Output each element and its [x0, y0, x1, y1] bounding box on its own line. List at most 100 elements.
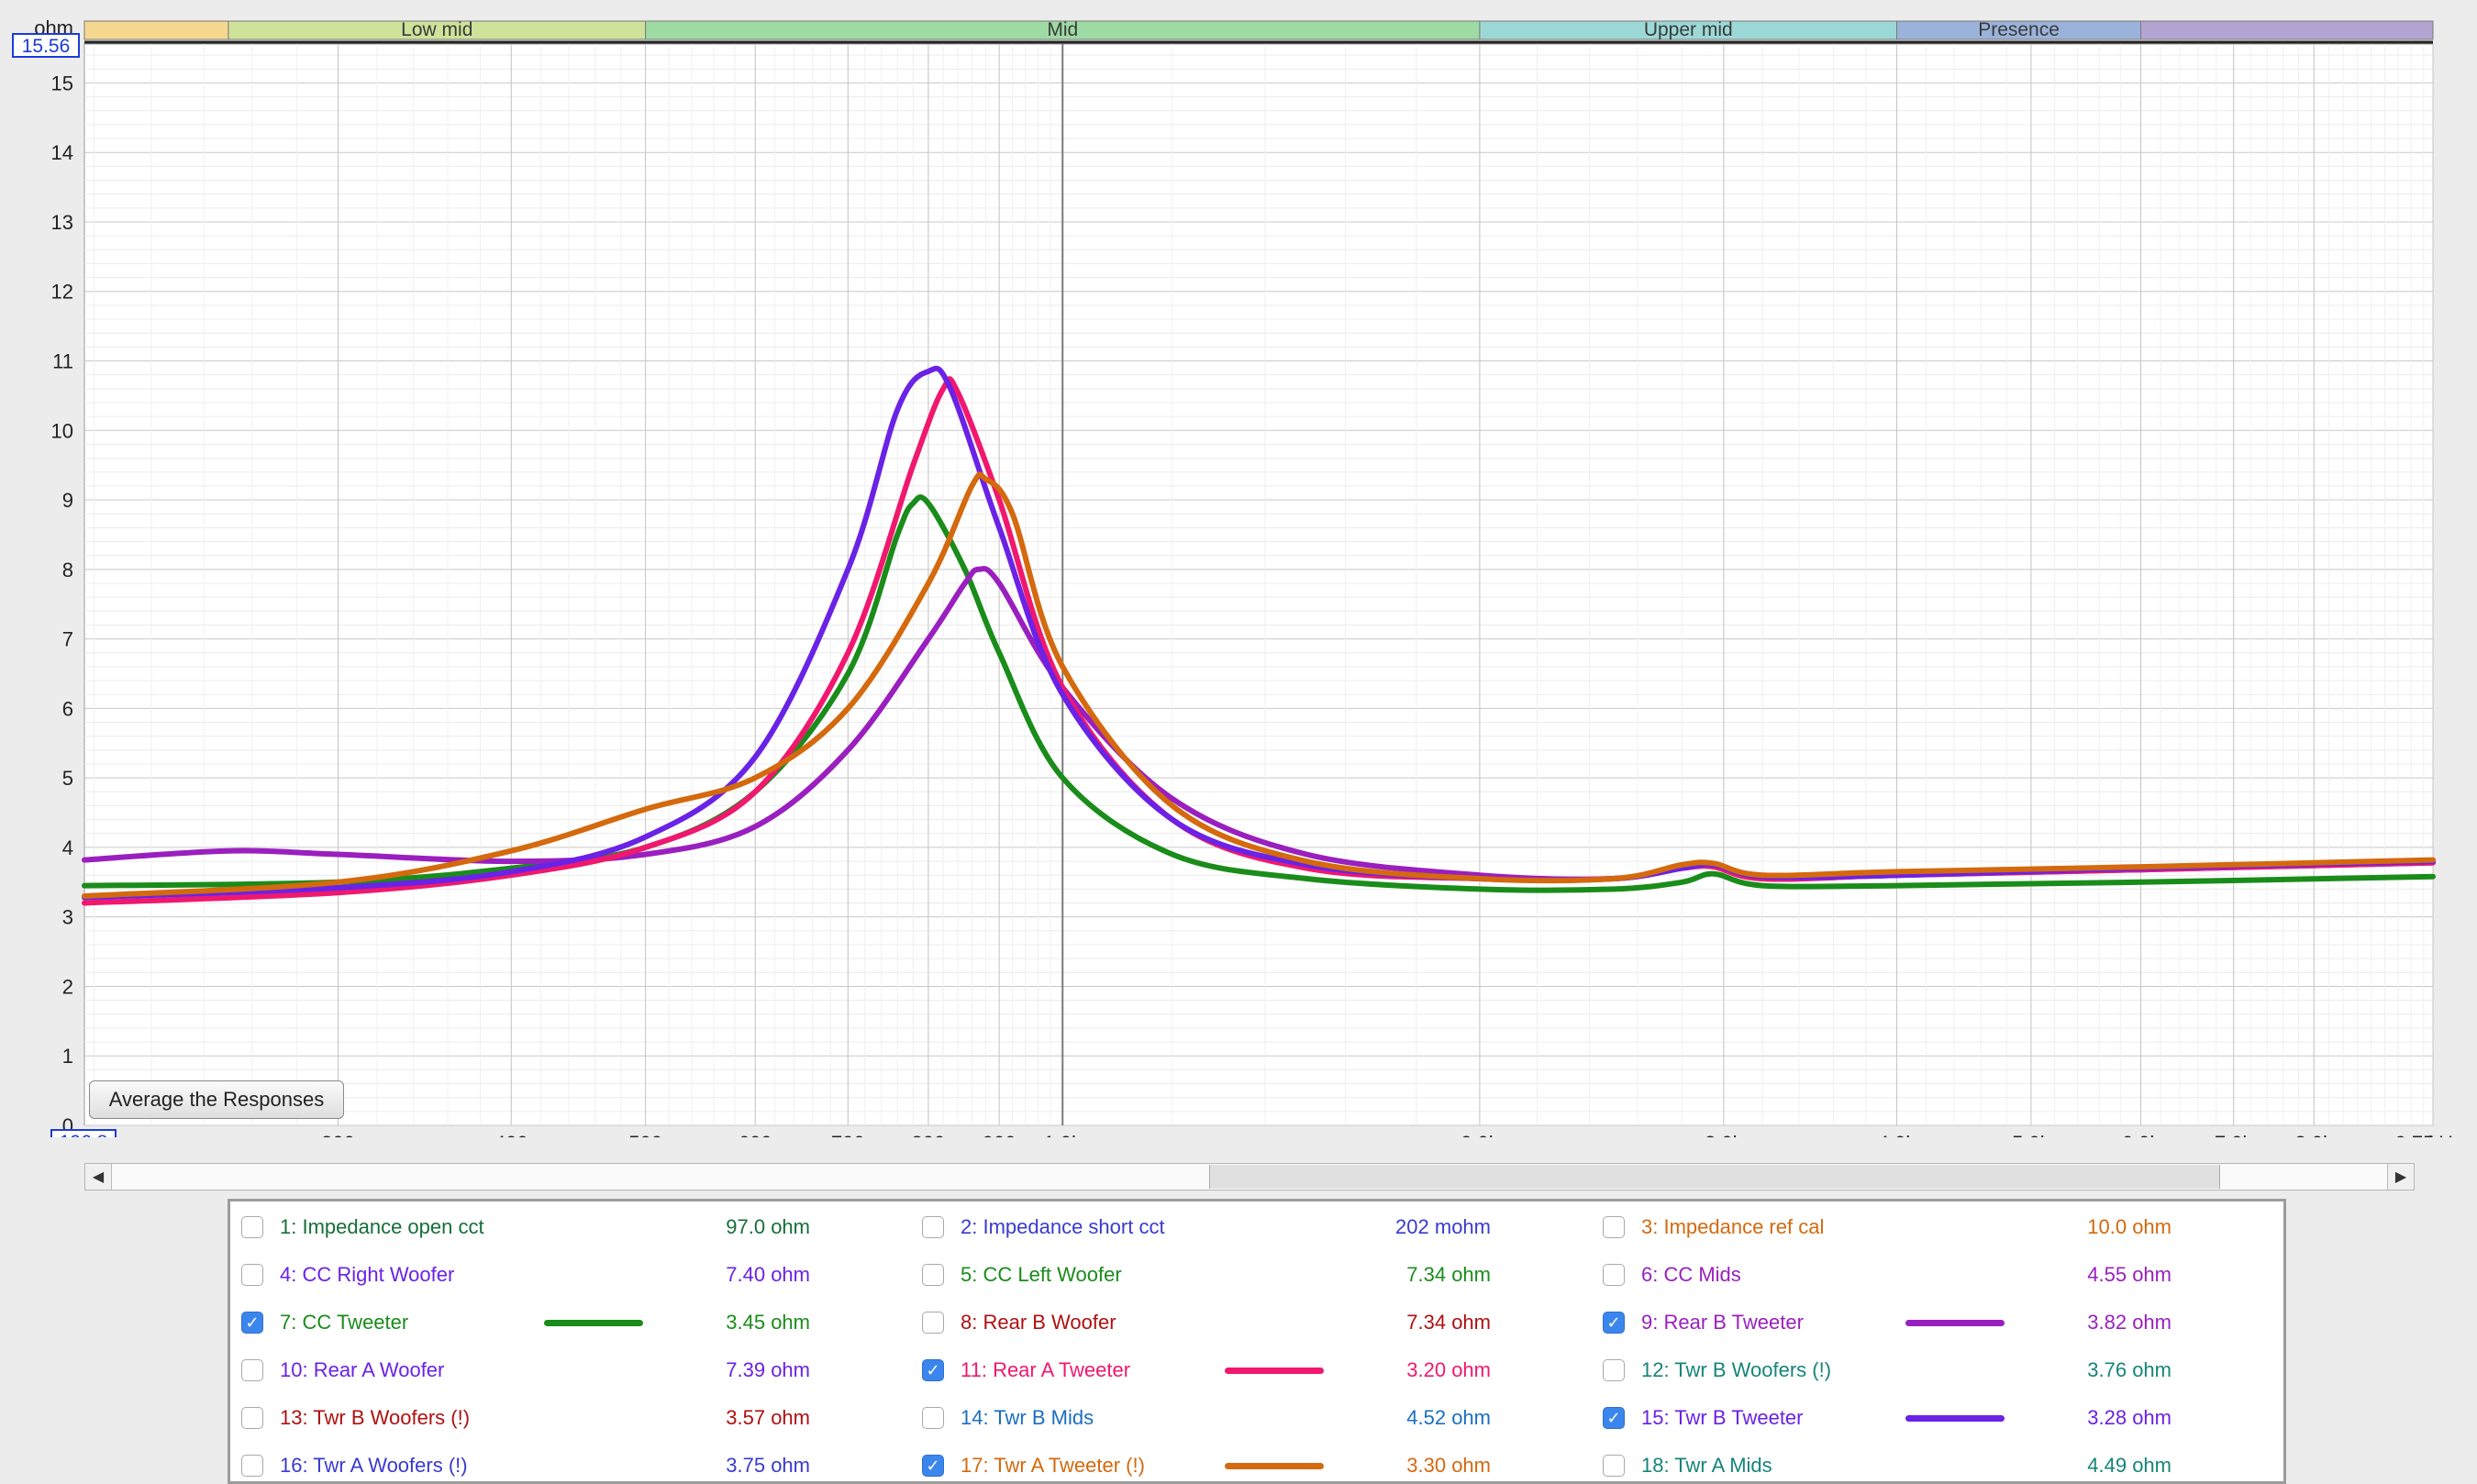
x-tick-label: 400 — [494, 1132, 528, 1137]
x-unit-label: kHz — [2428, 1132, 2463, 1137]
y-tick-label: 9 — [62, 489, 73, 512]
legend-swatch — [1225, 1368, 1324, 1374]
x-tick-label: 900 — [983, 1132, 1016, 1137]
legend-checkbox[interactable]: ✓ — [1603, 1312, 1625, 1334]
legend-item[interactable]: 3: Impedance ref cal 10.0 ohm — [1603, 1209, 2190, 1246]
legend-checkbox[interactable] — [1603, 1216, 1625, 1238]
legend-checkbox[interactable] — [922, 1312, 944, 1334]
plot-area — [83, 43, 2434, 1126]
x-tick-label: 4.0k — [1878, 1132, 1917, 1137]
scroll-left-arrow-icon[interactable]: ◀ — [85, 1164, 112, 1190]
y-tick-label: 10 — [51, 419, 73, 442]
legend-value: 3.20 ohm — [1406, 1358, 1491, 1381]
legend-label: 16: Twr A Woofers (!) — [280, 1454, 468, 1477]
x-tick-label: 800 — [912, 1132, 946, 1137]
legend-label: 4: CC Right Woofer — [280, 1263, 455, 1286]
x-tick-label: 1.0k — [1043, 1132, 1083, 1137]
frequency-band-label: Upper mid — [1644, 19, 1733, 40]
scrollbar-thumb[interactable] — [1209, 1165, 2220, 1189]
legend-swatch — [1225, 1463, 1324, 1469]
legend-label: 10: Rear A Woofer — [280, 1358, 445, 1381]
legend-swatch — [1905, 1415, 2005, 1422]
legend-value: 3.82 ohm — [2087, 1311, 2172, 1334]
legend-value: 3.57 ohm — [726, 1406, 810, 1429]
legend-item[interactable]: 1: Impedance open cct 97.0 ohm — [241, 1209, 828, 1246]
legend-value: 3.28 ohm — [2087, 1406, 2172, 1429]
legend-checkbox[interactable] — [241, 1455, 263, 1477]
legend-item[interactable]: 4: CC Right Woofer 7.40 ohm — [241, 1257, 828, 1293]
x-tick-label: 600 — [739, 1132, 772, 1137]
legend-label: 11: Rear A Tweeter — [961, 1358, 1131, 1381]
frequency-band-label: Mid — [1047, 19, 1078, 40]
legend-item[interactable]: 5: CC Left Woofer 7.34 ohm — [922, 1257, 1509, 1293]
legend-value: 7.40 ohm — [726, 1263, 810, 1286]
scroll-right-arrow-icon[interactable]: ▶ — [2387, 1164, 2414, 1190]
legend-label: 8: Rear B Woofer — [961, 1311, 1116, 1334]
legend-value: 4.55 ohm — [2087, 1263, 2172, 1286]
frequency-band — [2140, 20, 2434, 40]
legend-checkbox[interactable] — [922, 1216, 944, 1238]
legend-label: 3: Impedance ref cal — [1641, 1215, 1825, 1238]
y-tick-label: 12 — [51, 281, 73, 304]
legend-checkbox[interactable] — [922, 1407, 944, 1429]
frequency-band-label: Presence — [1978, 19, 2060, 40]
legend-label: 18: Twr A Mids — [1641, 1454, 1772, 1477]
legend-checkbox[interactable] — [1603, 1455, 1625, 1477]
legend-value: 7.34 ohm — [1406, 1263, 1491, 1286]
legend-value: 202 mohm — [1395, 1215, 1491, 1238]
legend-item[interactable]: 6: CC Mids 4.55 ohm — [1603, 1257, 2190, 1293]
legend-checkbox[interactable] — [1603, 1264, 1625, 1286]
y-tick-label: 13 — [51, 211, 73, 234]
legend-label: 7: CC Tweeter — [280, 1311, 409, 1334]
legend-checkbox[interactable]: ✓ — [241, 1312, 263, 1334]
legend-checkbox[interactable]: ✓ — [1603, 1407, 1625, 1429]
legend-item[interactable]: 12: Twr B Woofers (!) 3.76 ohm — [1603, 1352, 2190, 1389]
legend-item[interactable]: 8: Rear B Woofer 7.34 ohm — [922, 1304, 1509, 1341]
legend-checkbox[interactable] — [1603, 1359, 1625, 1381]
legend-value: 4.49 ohm — [2087, 1454, 2172, 1477]
legend-value: 7.34 ohm — [1406, 1311, 1491, 1334]
legend-swatch — [544, 1320, 643, 1326]
legend-swatch — [1905, 1320, 2005, 1326]
legend-label: 14: Twr B Mids — [961, 1406, 1094, 1429]
legend-label: 2: Impedance short cct — [961, 1215, 1165, 1238]
legend-checkbox[interactable]: ✓ — [922, 1455, 944, 1477]
frequency-band-label: Low mid — [401, 19, 472, 40]
legend-label: 6: CC Mids — [1641, 1263, 1741, 1286]
legend-item[interactable]: ✓ 15: Twr B Tweeter 3.28 ohm — [1603, 1400, 2190, 1436]
legend-item[interactable]: ✓ 9: Rear B Tweeter 3.82 ohm — [1603, 1304, 2190, 1341]
legend-item[interactable]: 2: Impedance short cct 202 mohm — [922, 1209, 1509, 1246]
impedance-chart-svg: Low mid Mid Upper mid Presence0123456789101… — [12, 17, 2463, 1155]
legend-item[interactable]: 18: Twr A Mids 4.49 ohm — [1603, 1447, 2190, 1484]
measurement-legend: 1: Impedance open cct 97.0 ohm 2: Impedanc… — [228, 1199, 2286, 1484]
legend-checkbox[interactable] — [241, 1407, 263, 1429]
legend-value: 3.76 ohm — [2087, 1358, 2172, 1381]
legend-item[interactable]: ✓ 11: Rear A Tweeter 3.20 ohm — [922, 1352, 1509, 1389]
y-tick-label: 5 — [62, 767, 73, 790]
y-tick-label: 11 — [52, 350, 73, 373]
average-responses-button[interactable]: Average the Responses — [89, 1080, 344, 1119]
x-left-readout: 196.8 — [60, 1132, 108, 1137]
y-top-readout: 15.56 — [22, 36, 71, 57]
legend-checkbox[interactable]: ✓ — [922, 1359, 944, 1381]
x-tick-label: 6.0k — [2122, 1132, 2161, 1137]
legend-item[interactable]: 16: Twr A Woofers (!) 3.75 ohm — [241, 1447, 828, 1484]
legend-checkbox[interactable] — [241, 1264, 263, 1286]
legend-item[interactable]: ✓ 7: CC Tweeter 3.45 ohm — [241, 1304, 828, 1341]
x-tick-label: 700 — [831, 1132, 865, 1137]
legend-item[interactable]: ✓ 17: Twr A Tweeter (!) 3.30 ohm — [922, 1447, 1509, 1484]
legend-checkbox[interactable] — [241, 1359, 263, 1381]
legend-item[interactable]: 13: Twr B Woofers (!) 3.57 ohm — [241, 1400, 828, 1436]
legend-value: 7.39 ohm — [726, 1358, 810, 1381]
legend-item[interactable]: 10: Rear A Woofer 7.39 ohm — [241, 1352, 828, 1389]
legend-value: 3.45 ohm — [726, 1311, 810, 1334]
horizontal-scrollbar[interactable]: ◀ ▶ — [84, 1163, 2415, 1191]
legend-checkbox[interactable] — [922, 1264, 944, 1286]
legend-label: 12: Twr B Woofers (!) — [1641, 1358, 1832, 1381]
legend-item[interactable]: 14: Twr B Mids 4.52 ohm — [922, 1400, 1509, 1436]
legend-value: 3.75 ohm — [726, 1454, 810, 1477]
legend-value: 10.0 ohm — [2087, 1215, 2172, 1238]
legend-checkbox[interactable] — [241, 1216, 263, 1238]
legend-label: 13: Twr B Woofers (!) — [280, 1406, 471, 1429]
x-tick-label: 300 — [321, 1132, 355, 1137]
